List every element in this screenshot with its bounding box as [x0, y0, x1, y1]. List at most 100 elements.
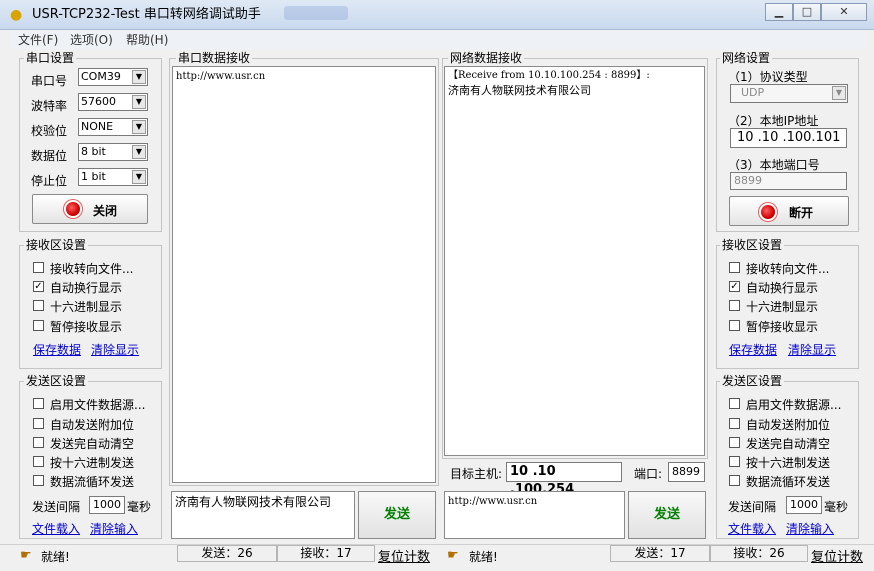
- left-send-legend: 发送区设置: [24, 374, 89, 388]
- hand-pointer-icon: ☛: [20, 548, 32, 563]
- menu-options[interactable]: 选项(O): [70, 33, 113, 47]
- parity-value: NONE: [81, 120, 114, 133]
- checkbox[interactable]: [729, 262, 740, 273]
- serial-close-label: 关闭: [93, 204, 118, 218]
- maximize-button[interactable]: □: [793, 3, 821, 21]
- stop-bits-select[interactable]: 1 bit ▼: [78, 168, 148, 186]
- checkbox[interactable]: [33, 456, 44, 467]
- local-ip-input[interactable]: 10 .10 .100.101: [730, 128, 847, 148]
- network-receive-area[interactable]: 【Receive from 10.10.100.254 : 8899】: 济南有…: [444, 66, 705, 456]
- left-load-file-link[interactable]: 文件载入: [32, 520, 80, 537]
- right-clear-input-link[interactable]: 清除输入: [786, 520, 834, 537]
- left-save-data-link[interactable]: 保存数据: [33, 341, 81, 358]
- menu-file[interactable]: 文件(F): [18, 33, 58, 47]
- checkbox-label: 自动换行显示: [50, 281, 123, 295]
- serial-send-button[interactable]: 发送: [358, 491, 436, 539]
- checkbox[interactable]: [33, 300, 44, 311]
- checkbox[interactable]: [729, 475, 740, 486]
- checkbox[interactable]: [729, 300, 740, 311]
- left-sent-count: 发送：26: [177, 545, 277, 562]
- right-clear-display-link[interactable]: 清除显示: [788, 341, 836, 358]
- right-recv-count: 接收：26: [710, 545, 808, 562]
- checkbox-checked[interactable]: ✓: [33, 281, 44, 292]
- chevron-down-icon[interactable]: ▼: [132, 170, 146, 184]
- right-interval-unit: 毫秒: [824, 500, 849, 514]
- app-icon: ●: [10, 7, 23, 23]
- right-reset-count-button[interactable]: 复位计数: [811, 546, 873, 565]
- baud-select[interactable]: 57600 ▼: [78, 93, 148, 111]
- checkbox[interactable]: [33, 262, 44, 273]
- left-reset-count-button[interactable]: 复位计数: [378, 546, 430, 565]
- checkbox[interactable]: [33, 418, 44, 429]
- red-led-icon: [761, 205, 775, 219]
- checkbox[interactable]: [33, 398, 44, 409]
- checkbox-label: 数据流循环发送: [746, 475, 831, 489]
- checkbox[interactable]: [729, 456, 740, 467]
- checkbox-label: 暂停接收显示: [50, 320, 123, 334]
- right-interval-label: 发送间隔: [728, 500, 777, 514]
- checkbox[interactable]: [729, 437, 740, 448]
- right-interval-input[interactable]: 1000: [786, 496, 822, 514]
- right-save-data-link[interactable]: 保存数据: [729, 341, 777, 358]
- checkbox[interactable]: [33, 320, 44, 331]
- serial-close-button[interactable]: 关闭: [32, 194, 148, 224]
- checkbox-label: 启用文件数据源...: [746, 398, 842, 412]
- checkbox-checked[interactable]: ✓: [729, 281, 740, 292]
- checkbox[interactable]: [33, 437, 44, 448]
- data-bits-select[interactable]: 8 bit ▼: [78, 143, 148, 161]
- target-host-input[interactable]: 10 .10 .100.254: [506, 462, 622, 497]
- checkbox-label: 自动发送附加位: [746, 418, 831, 432]
- right-receive-legend: 接收区设置: [720, 238, 785, 252]
- target-port-input[interactable]: 8899: [668, 462, 705, 482]
- network-disconnect-button[interactable]: 断开: [729, 196, 849, 226]
- red-led-icon: [66, 202, 80, 216]
- network-receive-line2: 济南有人物联网技术有限公司: [448, 84, 591, 97]
- checkbox-label: 自动发送附加位: [50, 418, 135, 432]
- serial-receive-area[interactable]: http://www.usr.cn: [172, 66, 436, 483]
- left-receive-legend: 接收区设置: [24, 238, 89, 252]
- chevron-down-icon[interactable]: ▼: [832, 86, 846, 100]
- hand-pointer-icon: ☛: [447, 548, 459, 563]
- port-select[interactable]: COM39 ▼: [78, 68, 148, 86]
- parity-select[interactable]: NONE ▼: [78, 118, 148, 136]
- network-receive-line1: 【Receive from 10.10.100.254 : 8899】:: [448, 70, 650, 81]
- baud-label: 波特率: [31, 99, 68, 113]
- checkbox-label: 数据流循环发送: [50, 475, 135, 489]
- serial-send-input[interactable]: 济南有人物联网技术有限公司: [171, 491, 355, 539]
- chevron-down-icon[interactable]: ▼: [132, 145, 146, 159]
- minimize-button[interactable]: ▁: [765, 3, 793, 21]
- left-ready-text: 就绪!: [41, 550, 70, 564]
- protocol-value: UDP: [741, 86, 765, 99]
- close-button[interactable]: ✕: [821, 3, 867, 21]
- target-port-label: 端口:: [634, 467, 663, 481]
- checkbox[interactable]: [729, 398, 740, 409]
- chevron-down-icon[interactable]: ▼: [132, 95, 146, 109]
- serial-receive-legend: 串口数据接收: [176, 51, 253, 65]
- title-blur: [284, 6, 348, 20]
- left-clear-display-link[interactable]: 清除显示: [91, 341, 139, 358]
- parity-label: 校验位: [31, 124, 68, 138]
- left-interval-unit: 毫秒: [127, 500, 152, 514]
- left-interval-input[interactable]: 1000: [89, 496, 125, 514]
- left-recv-count: 接收：17: [277, 545, 375, 562]
- chevron-down-icon[interactable]: ▼: [132, 70, 146, 84]
- left-interval-label: 发送间隔: [32, 500, 81, 514]
- network-send-button[interactable]: 发送: [628, 491, 706, 539]
- network-disconnect-label: 断开: [789, 206, 814, 220]
- menu-help[interactable]: 帮助(H): [126, 33, 168, 47]
- checkbox-label: 十六进制显示: [746, 300, 819, 314]
- local-port-label: （3）本地端口号: [728, 158, 820, 172]
- left-clear-input-link[interactable]: 清除输入: [90, 520, 138, 537]
- protocol-select[interactable]: UDP ▼: [730, 84, 848, 103]
- network-send-input[interactable]: http://www.usr.cn: [444, 491, 625, 539]
- local-port-input[interactable]: 8899: [730, 172, 847, 190]
- right-load-file-link[interactable]: 文件载入: [728, 520, 776, 537]
- stop-bits-label: 停止位: [31, 174, 68, 188]
- checkbox[interactable]: [729, 320, 740, 331]
- local-ip-label: （2）本地IP地址: [728, 114, 819, 128]
- checkbox[interactable]: [33, 475, 44, 486]
- chevron-down-icon[interactable]: ▼: [132, 120, 146, 134]
- port-label: 串口号: [31, 74, 68, 88]
- checkbox[interactable]: [729, 418, 740, 429]
- stop-bits-value: 1 bit: [81, 170, 106, 183]
